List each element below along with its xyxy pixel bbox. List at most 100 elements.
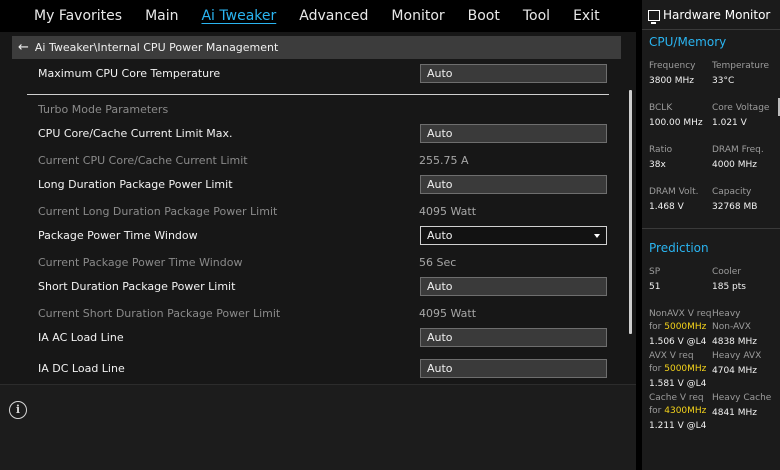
breadcrumb-path: Ai Tweaker\Internal CPU Power Management xyxy=(34,41,279,54)
section-header: Turbo Mode Parameters xyxy=(38,103,169,116)
hw-sp: SP 51 xyxy=(649,266,715,294)
hw-value: 4000 MHz xyxy=(712,160,758,170)
tab-tool[interactable]: Tool xyxy=(523,8,550,24)
section-header-turbo: Turbo Mode Parameters xyxy=(0,99,620,121)
separator xyxy=(642,228,780,229)
hw-heavy-nonavx: Heavy Non-AVX 4838 MHz xyxy=(712,308,778,349)
hw-value: 1.468 V xyxy=(649,202,684,212)
scrollbar[interactable] xyxy=(629,90,632,334)
arrow-left-icon[interactable]: ← xyxy=(18,41,29,54)
hw-dram-freq: DRAM Freq. 4000 MHz xyxy=(712,144,778,172)
hw-label: DRAM Volt. xyxy=(649,187,699,197)
setting-label: Long Duration Package Power Limit xyxy=(38,178,233,191)
hw-freq-highlight: 5000MHz xyxy=(664,322,707,332)
hw-value: 3800 MHz xyxy=(649,76,695,86)
core-cache-limit-field[interactable]: Auto xyxy=(420,124,607,143)
hw-freq-highlight: 5000MHz xyxy=(664,364,707,374)
settings-list[interactable]: Maximum CPU Core Temperature Auto Turbo … xyxy=(0,59,636,383)
setting-row-short-duration[interactable]: Short Duration Package Power Limit Auto xyxy=(0,276,620,298)
setting-label: Short Duration Package Power Limit xyxy=(38,280,236,293)
hw-value: 4841 MHz xyxy=(712,408,758,418)
package-time-window-dropdown[interactable]: Auto xyxy=(420,226,607,245)
section-cpu-memory: CPU/Memory xyxy=(649,35,727,49)
monitor-icon xyxy=(648,9,660,24)
setting-row-max-cpu-temp[interactable]: Maximum CPU Core Temperature Auto xyxy=(0,63,620,85)
hw-label: NonAVX V req xyxy=(649,309,712,319)
hw-heavy-cache: Heavy Cache 4841 MHz xyxy=(712,392,778,420)
hardware-monitor: Hardware Monitor CPU/Memory Frequency 38… xyxy=(642,0,780,470)
setting-row-core-cache-limit[interactable]: CPU Core/Cache Current Limit Max. Auto xyxy=(0,123,620,145)
hw-value: 100.00 MHz xyxy=(649,118,703,128)
dropdown-value: Auto xyxy=(427,229,453,242)
info-value: 4095 Watt xyxy=(419,307,477,320)
ia-dc-load-line-field[interactable]: Auto xyxy=(420,359,607,378)
hw-bclk: BCLK 100.00 MHz xyxy=(649,102,715,130)
long-duration-field[interactable]: Auto xyxy=(420,175,607,194)
hw-value: 1.211 V @L4 xyxy=(649,421,707,431)
hw-for: for xyxy=(649,322,662,332)
info-value: 56 Sec xyxy=(419,256,457,269)
hw-ratio: Ratio 38x xyxy=(649,144,715,172)
tab-exit[interactable]: Exit xyxy=(573,8,600,24)
ia-ac-load-line-field[interactable]: Auto xyxy=(420,328,607,347)
hw-frequency: Frequency 3800 MHz xyxy=(649,60,715,88)
setting-row-package-time-window[interactable]: Package Power Time Window Auto xyxy=(0,225,620,247)
info-row-current-package-window: Current Package Power Time Window 56 Sec xyxy=(0,252,620,274)
hw-label: Heavy AVX xyxy=(712,351,762,361)
hw-for: for xyxy=(649,406,662,416)
info-row-current-long-duration: Current Long Duration Package Power Limi… xyxy=(0,201,620,223)
hw-core-voltage: Core Voltage 1.021 V xyxy=(712,102,778,130)
setting-label: CPU Core/Cache Current Limit Max. xyxy=(38,127,233,140)
hw-value: 1.581 V @L4 xyxy=(649,379,707,389)
setting-row-ia-ac-load-line[interactable]: IA AC Load Line Auto xyxy=(0,327,620,349)
hw-cooler: Cooler 185 pts xyxy=(712,266,778,294)
main-panel: ← Ai Tweaker\Internal CPU Power Manageme… xyxy=(0,32,636,470)
hw-temperature: Temperature 33°C xyxy=(712,60,778,88)
divider xyxy=(27,94,609,95)
tab-monitor[interactable]: Monitor xyxy=(391,8,444,24)
info-label: Current Package Power Time Window xyxy=(38,256,243,269)
info-value: 255.75 A xyxy=(419,154,469,167)
hw-label: Heavy xyxy=(712,309,741,319)
hw-capacity: Capacity 32768 MB xyxy=(712,186,778,214)
tab-main[interactable]: Main xyxy=(145,8,178,24)
help-area: i xyxy=(0,384,636,470)
hw-value: 38x xyxy=(649,160,666,170)
info-row-current-core-cache: Current CPU Core/Cache Current Limit 255… xyxy=(0,150,620,172)
setting-row-ia-dc-load-line[interactable]: IA DC Load Line Auto xyxy=(0,358,620,380)
hw-value: 4838 MHz xyxy=(712,337,758,347)
tab-advanced[interactable]: Advanced xyxy=(299,8,368,24)
hw-label: Core Voltage xyxy=(712,103,770,113)
hw-value: 51 xyxy=(649,282,661,292)
info-row-current-short-duration: Current Short Duration Package Power Lim… xyxy=(0,303,620,325)
tab-my-favorites[interactable]: My Favorites xyxy=(34,8,122,24)
chevron-down-icon xyxy=(594,234,600,238)
hw-label: AVX V req xyxy=(649,351,694,361)
hw-value: 33°C xyxy=(712,76,735,86)
tab-ai-tweaker[interactable]: Ai Tweaker xyxy=(201,8,276,24)
hw-label: Frequency xyxy=(649,61,696,71)
max-cpu-temp-field[interactable]: Auto xyxy=(420,64,607,83)
hw-title-text: Hardware Monitor xyxy=(663,8,771,22)
hw-label: Non-AVX xyxy=(712,322,751,332)
hw-label: Capacity xyxy=(712,187,752,197)
info-value: 4095 Watt xyxy=(419,205,477,218)
hw-freq-highlight: 4300MHz xyxy=(664,406,707,416)
setting-label: IA DC Load Line xyxy=(38,362,125,375)
setting-row-long-duration[interactable]: Long Duration Package Power Limit Auto xyxy=(0,174,620,196)
info-label: Current Short Duration Package Power Lim… xyxy=(38,307,281,320)
info-icon: i xyxy=(9,401,27,419)
info-label: Current CPU Core/Cache Current Limit xyxy=(38,154,248,167)
hw-avx-vreq: AVX V req for 5000MHz 1.581 V @L4 xyxy=(649,350,715,391)
hw-for: for xyxy=(649,364,662,374)
tab-boot[interactable]: Boot xyxy=(468,8,500,24)
breadcrumb: ← Ai Tweaker\Internal CPU Power Manageme… xyxy=(12,36,621,59)
hw-label: Temperature xyxy=(712,61,770,71)
short-duration-field[interactable]: Auto xyxy=(420,277,607,296)
hw-label: DRAM Freq. xyxy=(712,145,764,155)
info-label: Current Long Duration Package Power Limi… xyxy=(38,205,278,218)
hw-cache-vreq: Cache V req for 4300MHz 1.211 V @L4 xyxy=(649,392,715,433)
hw-value: 1.506 V @L4 xyxy=(649,337,707,347)
hw-heavy-avx: Heavy AVX 4704 MHz xyxy=(712,350,778,378)
setting-label: Maximum CPU Core Temperature xyxy=(38,67,221,80)
